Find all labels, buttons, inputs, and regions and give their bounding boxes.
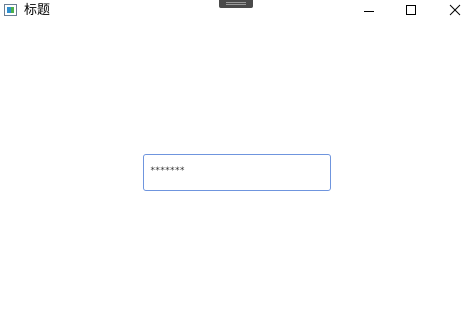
- close-button[interactable]: [432, 0, 474, 22]
- snap-grip-handle[interactable]: [219, 0, 253, 8]
- window-app-icon[interactable]: [4, 4, 17, 16]
- maximize-icon: [406, 5, 416, 15]
- minimize-button[interactable]: [347, 0, 391, 22]
- close-icon: [449, 4, 461, 16]
- minimize-icon: [364, 11, 374, 12]
- application-window: 标题 *******: [0, 0, 474, 314]
- window-title: 标题: [24, 3, 51, 18]
- maximize-button[interactable]: [388, 0, 432, 22]
- password-masked-value: *******: [150, 166, 185, 176]
- title-bar[interactable]: 标题: [0, 0, 474, 22]
- password-input[interactable]: *******: [143, 154, 331, 191]
